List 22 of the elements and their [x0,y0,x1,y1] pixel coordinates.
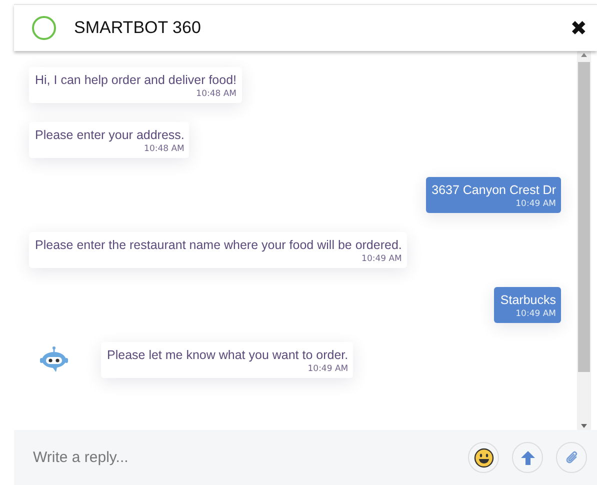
message-time: 10:48 AM [143,144,184,154]
emoji-button[interactable] [468,442,499,473]
status-circle-icon [32,16,56,40]
message-text: Please let me know what you want to order. [107,347,348,364]
message-text: 3637 Canyon Crest Dr [432,182,556,199]
paperclip-icon [564,450,580,466]
message-time: 10:49 AM [514,199,556,209]
close-button[interactable]: ✖ [566,16,591,40]
message-time: 10:49 AM [514,309,556,319]
smiley-icon [474,448,494,468]
message-text: Please enter the restaurant name where your food will be ordered. [35,237,402,254]
message-time: 10:48 AM [195,89,237,99]
message-time: 10:49 AM [360,254,402,264]
message-text: Please enter your address. [35,127,184,144]
message-text: Starbucks [500,292,556,309]
arrow-up-icon [520,450,536,466]
message-text: Hi, I can help order and deliver food! [35,72,237,89]
attach-button[interactable] [556,442,587,473]
scrollbar[interactable] [577,51,591,430]
chat-title: SMARTBOT 360 [74,18,201,38]
send-button[interactable] [512,442,543,473]
message-time: 10:49 AM [306,364,348,374]
